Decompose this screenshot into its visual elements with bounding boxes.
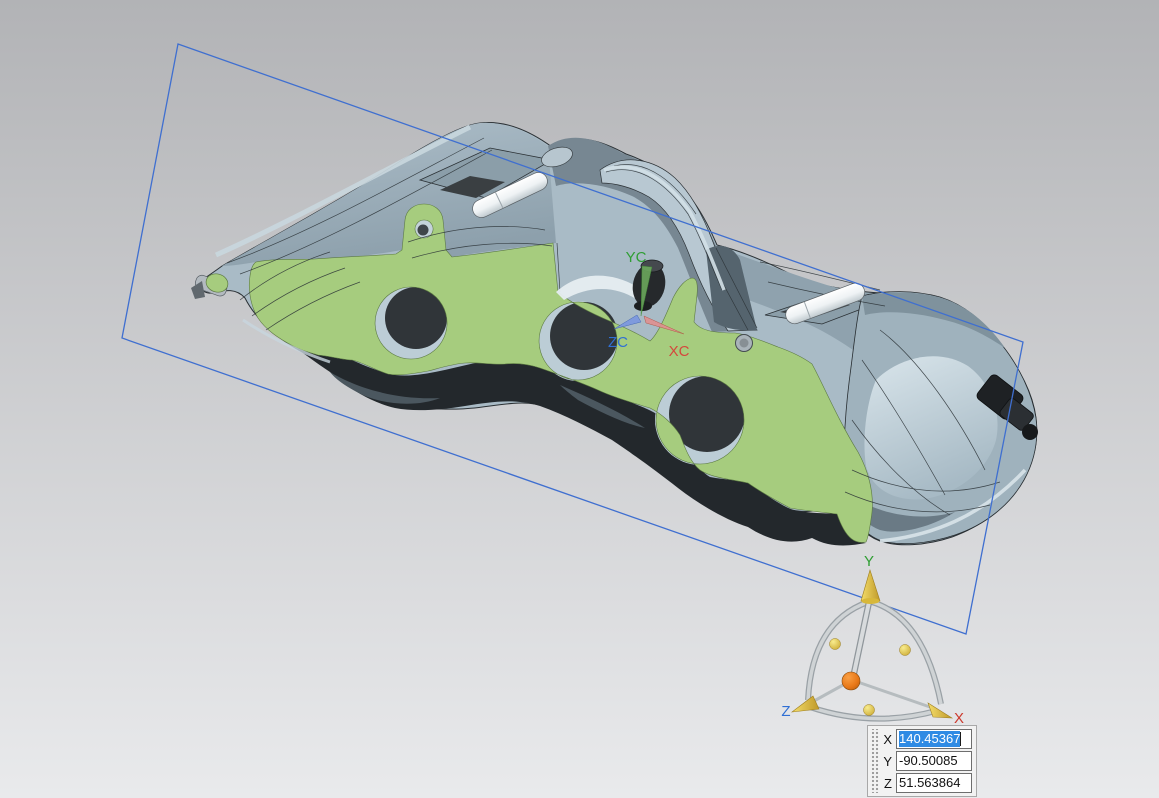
rotation-arcs[interactable] xyxy=(808,602,941,719)
manipulator-z-label: Z xyxy=(781,703,790,720)
y-coordinate-value: -90.50085 xyxy=(899,753,958,769)
z-field-label: Z xyxy=(882,776,892,791)
coordinate-rows: X 140.45367 Y -90.50085 Z 51.563864 xyxy=(882,729,972,793)
coordinate-input-panel[interactable]: X 140.45367 Y -90.50085 Z 51.563864 xyxy=(867,725,977,797)
x-coordinate-input[interactable]: 140.45367 xyxy=(896,729,972,749)
x-field-label: X xyxy=(882,732,892,747)
y-axis-arrow[interactable] xyxy=(861,570,880,601)
z-coordinate-input[interactable]: 51.563864 xyxy=(896,773,972,793)
axis-spokes xyxy=(814,680,930,707)
y-arrow-base xyxy=(862,598,880,604)
text-caret xyxy=(960,732,961,746)
mount-bolt-center xyxy=(740,339,749,348)
rotate-ball-zx[interactable] xyxy=(864,705,875,716)
3d-viewport[interactable]: YC ZC XC Y xyxy=(0,0,1159,798)
rotate-ball-zy[interactable] xyxy=(830,639,841,650)
rotate-ball-yx[interactable] xyxy=(900,645,911,656)
z-coordinate-value: 51.563864 xyxy=(899,775,960,791)
wcs-yc-label: YC xyxy=(626,249,647,266)
y-axis-shaft-highlight xyxy=(853,602,869,678)
wcs-xc-label: XC xyxy=(669,343,690,360)
x-coordinate-value: 140.45367 xyxy=(899,731,960,747)
x-axis-arrow[interactable] xyxy=(928,703,952,718)
coordinate-row-x: X 140.45367 xyxy=(882,729,972,749)
wcs-zc-label: ZC xyxy=(608,334,628,351)
coordinate-row-z: Z 51.563864 xyxy=(882,773,972,793)
coordinate-row-y: Y -90.50085 xyxy=(882,751,972,771)
y-field-label: Y xyxy=(882,754,892,769)
panel-drag-handle[interactable] xyxy=(870,729,879,793)
origin-ball[interactable] xyxy=(842,672,860,690)
manipulator-y-label: Y xyxy=(864,553,874,570)
cad-viewport[interactable]: { "wcs": { "x_label": "XC", "y_label": "… xyxy=(0,0,1159,798)
y-coordinate-input[interactable]: -90.50085 xyxy=(896,751,972,771)
